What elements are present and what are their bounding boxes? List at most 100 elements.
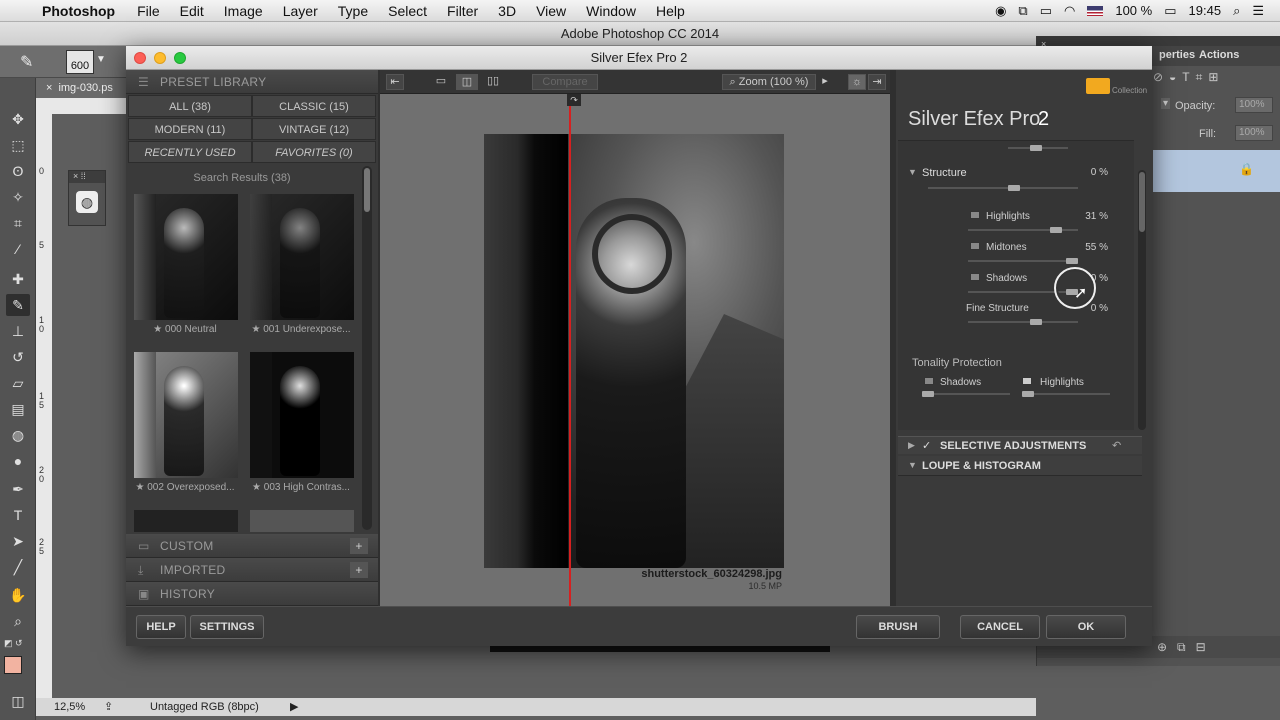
menu-edit[interactable]: Edit xyxy=(170,3,214,19)
checkmark-icon[interactable]: ✓ xyxy=(922,439,931,452)
preset-scrollbar[interactable] xyxy=(362,166,372,530)
zoom-window-button[interactable] xyxy=(174,52,186,64)
menu-window[interactable]: Window xyxy=(576,3,646,19)
quick-mask-icon[interactable]: ◫ xyxy=(6,690,30,712)
selective-adjustments-header[interactable]: ▶ ✓ SELECTIVE ADJUSTMENTS ↶ xyxy=(898,436,1142,454)
cancel-button[interactable]: CANCEL xyxy=(960,615,1040,639)
custom-section[interactable]: ▭ CUSTOM + xyxy=(126,534,378,558)
brush-size-picker[interactable]: 600 xyxy=(66,50,94,74)
history-brush-tool-icon[interactable]: ↺ xyxy=(6,346,30,368)
menu-type[interactable]: Type xyxy=(328,3,378,19)
panel-icons[interactable]: ⊘◒T⌗⊞ xyxy=(1153,70,1224,85)
opacity-input[interactable]: 100% xyxy=(1235,97,1273,113)
single-view-icon[interactable]: ▭ xyxy=(430,74,452,90)
default-colors-icon[interactable]: ◩ ↺ xyxy=(4,638,23,649)
midtones-slider-knob[interactable] xyxy=(1066,258,1078,264)
notification-list-icon[interactable]: ☰ xyxy=(1252,3,1264,19)
layer-row-selected[interactable]: 🔒 xyxy=(1153,150,1280,192)
foreground-color-swatch[interactable] xyxy=(4,656,22,674)
brush-preset-icon[interactable]: ◍ xyxy=(76,191,98,213)
chevron-down-icon[interactable]: ▼ xyxy=(96,54,106,65)
preset-thumbnail[interactable] xyxy=(134,352,238,478)
close-window-button[interactable] xyxy=(134,52,146,64)
split-handle-icon[interactable]: ↷ xyxy=(567,94,581,106)
dodge-tool-icon[interactable]: ● xyxy=(6,450,30,472)
move-tool-icon[interactable]: ✥ xyxy=(6,108,30,130)
eyedropper-tool-icon[interactable]: ⁄ xyxy=(6,238,30,260)
settings-button[interactable]: SETTINGS xyxy=(190,615,264,639)
brush-tool-icon[interactable]: ✎ xyxy=(20,52,33,72)
clock[interactable]: 19:45 xyxy=(1189,3,1222,18)
chevron-down-icon[interactable]: ▾ xyxy=(1161,98,1171,109)
tp-highlights-checkbox[interactable] xyxy=(1022,377,1032,385)
scrollbar-thumb[interactable] xyxy=(364,168,370,212)
path-selection-tool-icon[interactable]: ➤ xyxy=(6,530,30,552)
shadows-checkbox[interactable] xyxy=(970,273,980,281)
lock-icon[interactable]: 🔒 xyxy=(1239,162,1254,176)
midtones-checkbox[interactable] xyxy=(970,242,980,250)
help-button[interactable]: HELP xyxy=(136,615,186,639)
blur-tool-icon[interactable]: ◍ xyxy=(6,424,30,446)
category-favorites[interactable]: FAVORITES (0) xyxy=(252,141,376,163)
tab-properties[interactable]: perties xyxy=(1159,49,1195,61)
menu-image[interactable]: Image xyxy=(214,3,273,19)
lasso-tool-icon[interactable]: ʘ xyxy=(6,160,30,182)
triangle-down-icon[interactable]: ▼ xyxy=(908,167,917,177)
menu-layer[interactable]: Layer xyxy=(273,3,328,19)
preset-library-header[interactable]: ☰ PRESET LIBRARY xyxy=(126,70,378,94)
split-line[interactable] xyxy=(569,134,571,568)
highlights-slider-knob[interactable] xyxy=(1050,227,1062,233)
type-tool-icon[interactable]: T xyxy=(6,504,30,526)
close-icon[interactable]: × ⁞⁞ xyxy=(69,171,105,183)
undo-icon[interactable]: ↶ xyxy=(1112,439,1121,452)
category-modern[interactable]: MODERN (11) xyxy=(128,118,252,140)
structure-slider[interactable] xyxy=(928,187,1078,189)
menu-select[interactable]: Select xyxy=(378,3,437,19)
tp-highlights-slider-knob[interactable] xyxy=(1022,391,1034,397)
tp-highlights-slider[interactable] xyxy=(1022,393,1110,395)
history-section[interactable]: ▣ HISTORY xyxy=(126,582,378,606)
highlights-checkbox[interactable] xyxy=(970,211,980,219)
screens-icon[interactable]: ⧉ xyxy=(1018,3,1027,19)
spotlight-search-icon[interactable]: ⌕ xyxy=(1233,3,1240,19)
split-view-icon[interactable]: ◫ xyxy=(456,74,478,90)
export-icon[interactable]: ⇪ xyxy=(104,698,113,716)
airplay-icon[interactable]: ▭ xyxy=(1040,3,1052,19)
menu-file[interactable]: File xyxy=(127,3,170,19)
midtones-slider[interactable] xyxy=(968,260,1078,262)
hand-tool-icon[interactable]: ✋ xyxy=(6,584,30,606)
menu-help[interactable]: Help xyxy=(646,3,695,19)
brush-button[interactable]: BRUSH xyxy=(856,615,940,639)
marquee-tool-icon[interactable]: ⬚ xyxy=(6,134,30,156)
magic-wand-tool-icon[interactable]: ✧ xyxy=(6,186,30,208)
brush-tool-icon[interactable]: ✎ xyxy=(6,294,30,316)
menu-view[interactable]: View xyxy=(526,3,576,19)
toggle-right-panel-icon[interactable]: ⇥ xyxy=(868,74,886,90)
tp-shadows-slider[interactable] xyxy=(922,393,1010,395)
wifi-icon[interactable]: ◠ xyxy=(1064,3,1075,19)
menu-3d[interactable]: 3D xyxy=(488,3,526,19)
clone-stamp-tool-icon[interactable]: ⊥ xyxy=(6,320,30,342)
ok-button[interactable]: OK xyxy=(1046,615,1126,639)
panel-collapse-bar[interactable]: × xyxy=(1037,36,1280,49)
preset-thumbnail[interactable] xyxy=(250,352,354,478)
fine-structure-slider-knob[interactable] xyxy=(1030,319,1042,325)
category-all[interactable]: ALL (38) xyxy=(128,95,252,117)
zoom-tool-icon[interactable]: ⌕ xyxy=(6,610,30,632)
chevron-right-icon[interactable]: ▶ xyxy=(290,698,298,716)
flag-icon[interactable] xyxy=(1087,5,1104,16)
eraser-tool-icon[interactable]: ▱ xyxy=(6,372,30,394)
fine-structure-slider[interactable] xyxy=(968,321,1078,323)
tp-shadows-checkbox[interactable] xyxy=(924,377,934,385)
menu-filter[interactable]: Filter xyxy=(437,3,488,19)
battery-icon[interactable]: ▭ xyxy=(1164,3,1176,19)
scrollbar-thumb[interactable] xyxy=(1139,172,1145,232)
background-light-icon[interactable]: ☼ xyxy=(848,74,866,90)
pen-tool-icon[interactable]: ✒ xyxy=(6,478,30,500)
zoom-dropdown[interactable]: ⌕ Zoom (100 %) xyxy=(722,74,816,90)
imported-section[interactable]: ⤓ IMPORTED + xyxy=(126,558,378,582)
compare-button[interactable]: Compare xyxy=(532,74,598,90)
add-imported-button[interactable]: + xyxy=(350,562,368,578)
zoom-level[interactable]: 12,5% xyxy=(54,698,85,716)
preset-thumbnail[interactable] xyxy=(134,510,238,532)
